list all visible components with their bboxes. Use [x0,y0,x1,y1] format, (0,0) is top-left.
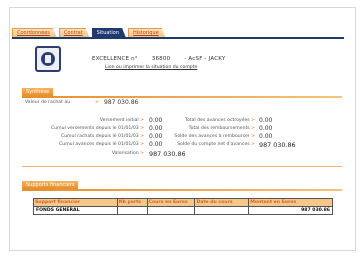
synth-left-label: Cumul versements depuis le 01/01/03 > [51,126,144,131]
synth-left-value: 0.00 [149,141,163,148]
synth-right-label: Solde du compte net d'avances > [177,142,255,147]
synth-right-value: 0.00 [259,117,273,124]
synth-right-value: 0.00 [259,133,273,140]
contract-logo-icon [35,46,61,72]
synth-right-value: 987 030.86 [259,141,296,149]
cell-montant: 987 030.86 [248,206,333,215]
synth-left-value: 0.00 [149,125,163,132]
synthese-rule [22,96,342,98]
synth-left-value: 987 030.86 [149,150,186,158]
tab-bar: Coordonnées Contrat Situation Historique [12,28,166,37]
synth-right-label: Solde des avances à rembourser > [174,134,255,139]
col-cours: Cours en Euros [146,198,196,207]
col-nb-parts: Nb parts [116,198,148,207]
synthese-header: Synthèse [22,88,54,96]
cell-support: FONDS GENERAL [33,206,118,215]
cell-nb-parts [116,206,148,215]
supports-rule [22,189,342,191]
account-number: 36800 [151,56,171,62]
cell-cours [146,206,196,215]
supports-table: Support financier Nb parts Cours en Euro… [33,198,333,215]
valeur-rachat-sep: > [95,100,99,105]
valeur-rachat-label: Valeur de rachat au [25,100,71,105]
col-date: Date du cours [194,198,250,207]
cell-date [194,206,250,215]
synth-right-label: Total des remboursements > [188,126,255,131]
account-header: EXCELLENCE n° 36800 - AcSF - JACKY [92,56,225,62]
synth-left-label: Cumul rachats depuis le 01/01/03 > [60,134,144,139]
synth-left-value: 0.00 [149,117,163,124]
synth-left-value: 0.00 [149,133,163,140]
synth-left-label: Cumul avances depuis le 01/01/03 > [59,142,144,147]
tab-underline [12,37,344,39]
print-situation-link[interactable]: Lien ou imprimer la situation du compte [105,65,197,70]
account-product: EXCELLENCE n° [92,56,138,62]
col-montant: Montant en Euros [248,198,333,207]
synth-left-label: Valorisation > [111,151,144,156]
synthese-bottom-line [22,166,342,167]
table-row: FONDS GENERAL 987 030.86 [33,206,333,215]
synth-right-label: Total des avances octroyées > [184,118,255,123]
valeur-rachat-value: 987 030.86 [104,99,139,106]
synth-right-value: 0.00 [259,125,273,132]
table-header-row: Support financier Nb parts Cours en Euro… [33,198,333,207]
col-support: Support financier [33,198,118,207]
supports-header: Supports financiers [22,181,79,189]
synth-left-label: Versement initial > [99,118,144,123]
account-holder: - AcSF - JACKY [184,56,226,62]
